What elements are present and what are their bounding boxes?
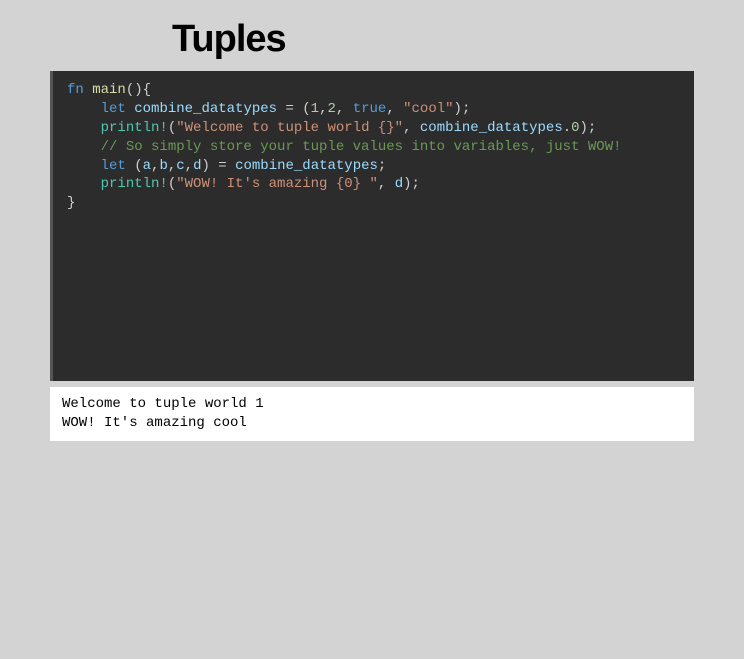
punct: ); <box>454 101 471 117</box>
punct: . <box>563 120 571 136</box>
output-line: WOW! It's amazing cool <box>62 414 682 433</box>
number-literal: 1 <box>311 101 319 117</box>
page-container: Tuples fn main(){ let combine_datatypes … <box>0 18 744 441</box>
keyword-true: true <box>353 101 387 117</box>
punct: , <box>378 176 395 192</box>
ident-d: d <box>395 176 403 192</box>
comment: // So simply store your tuple values int… <box>101 139 622 155</box>
punct: ( <box>126 158 143 174</box>
punct: (){ <box>126 82 151 98</box>
indent <box>67 139 101 155</box>
code-line: let combine_datatypes = (1,2, true, "coo… <box>67 100 680 119</box>
output-block: Welcome to tuple world 1WOW! It's amazin… <box>50 387 694 441</box>
indent <box>67 176 101 192</box>
punct-brace-close: } <box>67 195 75 211</box>
punct: ( <box>168 176 176 192</box>
indent <box>67 101 101 117</box>
punct: ; <box>378 158 386 174</box>
indent <box>67 158 101 174</box>
string-literal: "Welcome to tuple world {}" <box>176 120 403 136</box>
page-title: Tuples <box>172 18 744 61</box>
keyword-let: let <box>101 101 126 117</box>
ident-a: a <box>143 158 151 174</box>
keyword-let: let <box>101 158 126 174</box>
punct: ); <box>580 120 597 136</box>
keyword-fn: fn <box>67 82 84 98</box>
ident-var: combine_datatypes <box>420 120 563 136</box>
indent <box>67 120 101 136</box>
ident-main: main <box>92 82 126 98</box>
punct: , <box>386 101 403 117</box>
output-line: Welcome to tuple world 1 <box>62 395 682 414</box>
ident-c: c <box>176 158 184 174</box>
string-literal: "cool" <box>403 101 453 117</box>
ident-var: combine_datatypes <box>134 101 277 117</box>
code-line: println!("WOW! It's amazing {0} ", d); <box>67 175 680 194</box>
punct: , <box>168 158 176 174</box>
code-block: fn main(){ let combine_datatypes = (1,2,… <box>50 71 694 381</box>
number-literal: 2 <box>327 101 335 117</box>
ident-b: b <box>159 158 167 174</box>
number-literal: 0 <box>571 120 579 136</box>
ident-var: combine_datatypes <box>235 158 378 174</box>
punct: ) = <box>201 158 235 174</box>
macro-println: println! <box>101 120 168 136</box>
macro-println: println! <box>101 176 168 192</box>
punct: , <box>403 120 420 136</box>
code-line: // So simply store your tuple values int… <box>67 138 680 157</box>
punct: , <box>336 101 353 117</box>
punct: ( <box>168 120 176 136</box>
code-line: } <box>67 194 680 213</box>
code-line: fn main(){ <box>67 81 680 100</box>
code-line: let (a,b,c,d) = combine_datatypes; <box>67 157 680 176</box>
punct: ); <box>403 176 420 192</box>
string-literal: "WOW! It's amazing {0} " <box>176 176 378 192</box>
punct: , <box>185 158 193 174</box>
code-line: println!("Welcome to tuple world {}", co… <box>67 119 680 138</box>
punct: = ( <box>277 101 311 117</box>
